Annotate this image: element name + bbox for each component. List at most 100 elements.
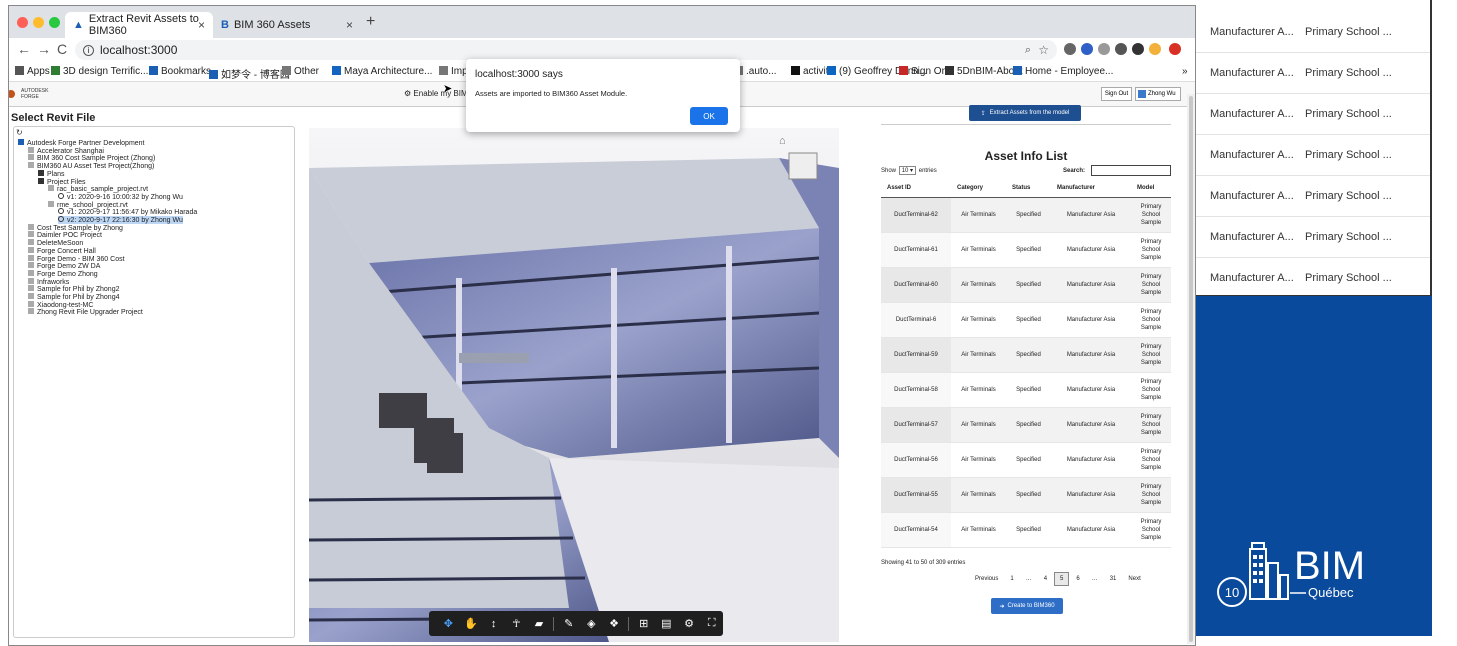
background-table-row: Manufacturer A... Primary School ... bbox=[1190, 53, 1430, 94]
column-model[interactable]: Model bbox=[1131, 180, 1171, 198]
bookmark-item[interactable]: Maya Architecture... bbox=[332, 66, 432, 77]
model-browser-icon[interactable]: ⊞ bbox=[632, 617, 655, 630]
bookmark-icon bbox=[209, 70, 218, 79]
profile-avatar-icon[interactable] bbox=[1149, 43, 1161, 55]
page-button[interactable]: Next bbox=[1123, 573, 1145, 585]
properties-icon[interactable]: ▤ bbox=[655, 617, 678, 630]
3d-viewer[interactable]: ⌂ bbox=[309, 128, 839, 642]
column-asset-id[interactable]: Asset ID bbox=[881, 180, 951, 198]
zoom-icon[interactable]: ⌕ bbox=[1025, 44, 1031, 57]
table-row[interactable]: DuctTerminal-59 Air Terminals Specified Man… bbox=[881, 337, 1171, 373]
table-row[interactable]: DuctTerminal-56 Air Terminals Specified Man… bbox=[881, 442, 1171, 478]
model-line: Primary bbox=[1140, 238, 1162, 245]
asset-id-cell: DuctTerminal-57 bbox=[881, 407, 951, 443]
model-line: Primary bbox=[1140, 483, 1162, 490]
screen: Manufacturer A... Primary School ... Manuf… bbox=[0, 0, 1457, 646]
bookmark-item[interactable]: Home - Employee... bbox=[1013, 66, 1113, 77]
model-line: Sample bbox=[1140, 359, 1162, 366]
model-line: Sample bbox=[1140, 219, 1162, 226]
settings-icon[interactable]: ⚙ bbox=[678, 617, 701, 630]
bookmark-item[interactable]: Bookmarks bbox=[149, 66, 211, 77]
page-button[interactable]: 5 bbox=[1054, 572, 1070, 586]
bookmark-item[interactable]: 5DnBIM-About bbox=[945, 66, 1023, 77]
tab-close-icon[interactable]: × bbox=[346, 18, 353, 32]
sign-out-button[interactable]: Sign Out bbox=[1101, 87, 1132, 101]
section-icon[interactable]: ◈ bbox=[580, 617, 603, 630]
explode-icon[interactable]: ❖ bbox=[603, 617, 626, 630]
extension-icon-5[interactable] bbox=[1132, 43, 1144, 55]
bookmark-item[interactable]: Sign On bbox=[899, 66, 947, 77]
tab-close-icon[interactable]: × bbox=[198, 18, 205, 32]
page-button[interactable]: 31 bbox=[1105, 573, 1122, 585]
table-row[interactable]: DuctTerminal-61 Air Terminals Specified Man… bbox=[881, 232, 1171, 268]
table-row[interactable]: DuctTerminal-54 Air Terminals Specified Man… bbox=[881, 512, 1171, 548]
camera-icon[interactable]: ▰ bbox=[528, 617, 551, 630]
model-line: Sample bbox=[1140, 499, 1162, 506]
info-icon: i bbox=[83, 44, 94, 56]
measure-icon[interactable]: ✎ bbox=[557, 617, 580, 630]
column-manufacturer[interactable]: Manufacturer bbox=[1051, 180, 1131, 198]
extension-icon-4[interactable] bbox=[1115, 43, 1127, 55]
extension-icon-2[interactable] bbox=[1081, 43, 1093, 55]
column-category[interactable]: Category bbox=[951, 180, 1006, 198]
table-row[interactable]: DuctTerminal-6 Air Terminals Specified Manu… bbox=[881, 302, 1171, 338]
manufacturer-cell: Manufacturer Asia bbox=[1051, 232, 1131, 268]
orbit-icon[interactable]: ✥ bbox=[437, 617, 460, 630]
pan-icon[interactable]: ✋ bbox=[460, 617, 483, 630]
extension-icon-1[interactable] bbox=[1064, 43, 1076, 55]
tree-node[interactable]: Zhong Revit File Upgrader Project bbox=[28, 308, 143, 316]
page-button[interactable]: 6 bbox=[1071, 573, 1084, 585]
bookmark-label: Home - Employee... bbox=[1025, 66, 1114, 77]
star-icon[interactable]: ☆ bbox=[1038, 43, 1049, 57]
zoom-icon[interactable]: ↕ bbox=[482, 618, 505, 630]
search-input[interactable] bbox=[1091, 165, 1171, 176]
new-tab-button[interactable]: + bbox=[366, 13, 375, 31]
column-status[interactable]: Status bbox=[1006, 180, 1051, 198]
table-row[interactable]: DuctTerminal-55 Air Terminals Specified Man… bbox=[881, 477, 1171, 513]
back-icon[interactable]: ← bbox=[17, 41, 31, 57]
table-row[interactable]: DuctTerminal-62 Air Terminals Specified Man… bbox=[881, 197, 1171, 233]
alert-ok-button[interactable]: OK bbox=[690, 107, 728, 125]
fullscreen-icon[interactable]: ⛶ bbox=[700, 617, 723, 630]
bookmark-item[interactable]: Apps bbox=[15, 66, 50, 77]
page-button[interactable]: 4 bbox=[1039, 573, 1052, 585]
close-window-button[interactable] bbox=[17, 17, 28, 28]
maximize-window-button[interactable] bbox=[49, 17, 60, 28]
extract-assets-button[interactable]: ⇪ Extract Assets from the model bbox=[969, 105, 1081, 121]
reload-icon[interactable]: C bbox=[57, 41, 67, 57]
page-button[interactable]: 1 bbox=[1005, 573, 1018, 585]
table-row[interactable]: DuctTerminal-57 Air Terminals Specified Man… bbox=[881, 407, 1171, 443]
manufacturer-cell: Manufacturer Asia bbox=[1051, 512, 1131, 548]
divider bbox=[881, 124, 1171, 125]
tab-extract-assets[interactable]: ▲ Extract Revit Assets to BIM360 × bbox=[65, 12, 213, 38]
table-row[interactable]: DuctTerminal-58 Air Terminals Specified Man… bbox=[881, 372, 1171, 408]
table-row[interactable]: DuctTerminal-60 Air Terminals Specified Man… bbox=[881, 267, 1171, 303]
bookmark-item[interactable]: » bbox=[1182, 66, 1188, 77]
bookmark-item[interactable]: activit bbox=[791, 66, 829, 77]
bookmark-item[interactable]: Other bbox=[282, 66, 319, 77]
tab-bim360-assets[interactable]: B BIM 360 Assets × bbox=[213, 12, 361, 38]
user-chip[interactable]: Zhong Wu bbox=[1135, 87, 1181, 101]
minimize-window-button[interactable] bbox=[33, 17, 44, 28]
project-icon bbox=[28, 269, 34, 276]
first-person-icon[interactable]: ☥ bbox=[505, 617, 528, 630]
update-icon[interactable] bbox=[1169, 43, 1181, 55]
manufacturer-cell: Manufacturer A... bbox=[1210, 231, 1294, 243]
forward-icon[interactable]: → bbox=[37, 41, 51, 57]
bookmark-item[interactable]: 如梦令 - 博客园 bbox=[209, 66, 290, 81]
bookmark-icon bbox=[945, 66, 954, 75]
tree-node-label: Zhong Revit File Upgrader Project bbox=[37, 309, 143, 317]
bookmark-label: activit bbox=[803, 66, 829, 77]
bookmark-icon bbox=[1013, 66, 1022, 75]
bookmark-item[interactable]: 3D design Terrific... bbox=[51, 66, 148, 77]
page-button[interactable]: Previous bbox=[970, 573, 1003, 585]
bookmark-item[interactable]: Imp bbox=[439, 66, 468, 77]
scrollbar-thumb[interactable] bbox=[1189, 96, 1193, 642]
bookmark-item[interactable]: .auto... bbox=[734, 66, 777, 77]
extension-icon-3[interactable] bbox=[1098, 43, 1110, 55]
create-to-bim360-button[interactable]: ➜ Create to BIM360 bbox=[991, 598, 1063, 614]
address-bar[interactable]: i localhost:3000 ⌕ ☆ bbox=[75, 40, 1057, 60]
refresh-icon[interactable]: ↻ bbox=[16, 128, 23, 137]
status-cell: Specified bbox=[1006, 372, 1051, 408]
entries-select[interactable]: 10 ▾ bbox=[898, 166, 917, 175]
